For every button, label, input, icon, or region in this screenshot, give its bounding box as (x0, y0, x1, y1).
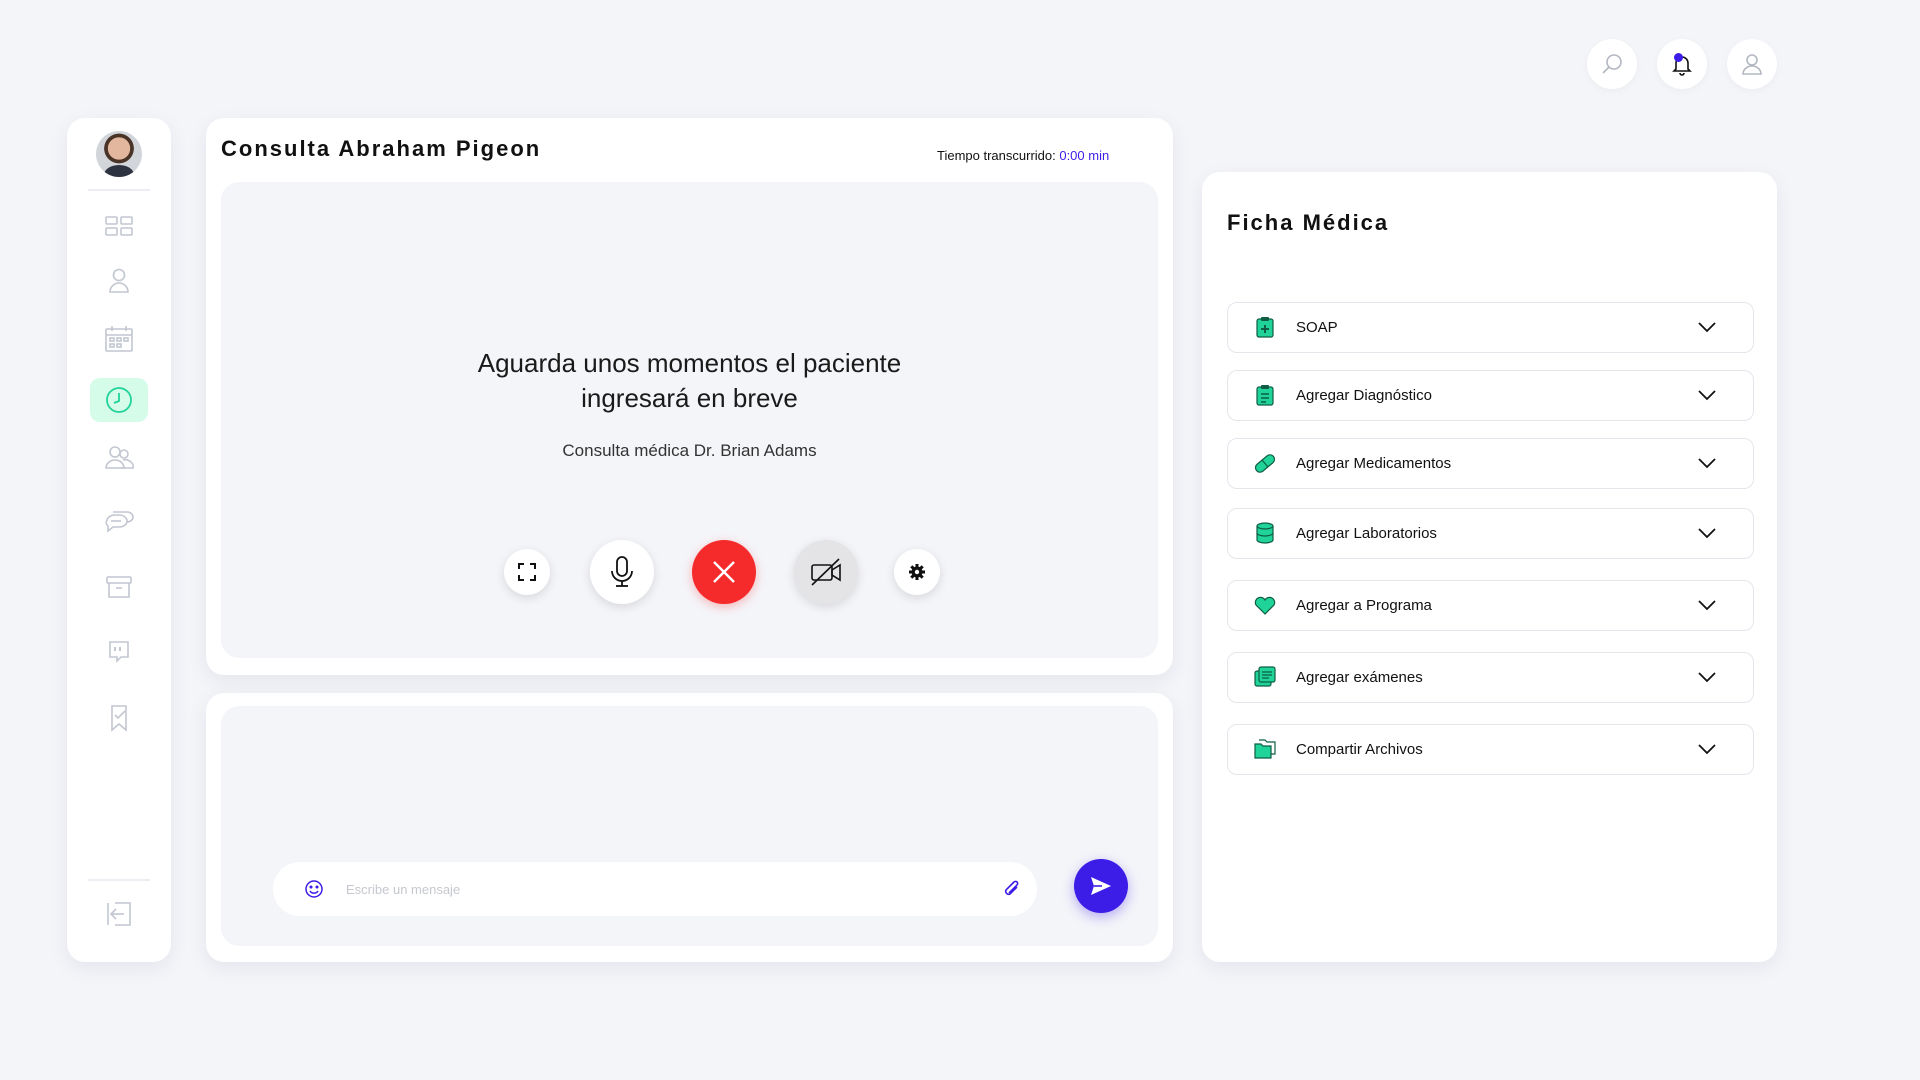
calendar-icon (105, 326, 133, 352)
camera-off-icon (811, 558, 841, 586)
gear-icon (909, 564, 925, 580)
avatar[interactable] (96, 131, 142, 177)
clipboard-list-icon (1256, 385, 1274, 406)
sidebar-item-tasks[interactable] (90, 695, 148, 739)
fullscreen-button[interactable] (504, 549, 550, 595)
accordion-label: Agregar a Programa (1296, 597, 1432, 614)
folders-icon (1254, 739, 1276, 759)
grid-icon (105, 216, 133, 236)
camera-toggle-button[interactable] (794, 540, 858, 604)
microphone-button[interactable] (590, 540, 654, 604)
clock-icon (106, 387, 132, 413)
logout-icon (107, 902, 131, 926)
chat-messages-area (221, 706, 1158, 946)
search-button[interactable] (1587, 39, 1637, 89)
chat-icon (105, 511, 134, 533)
accordion-share-files[interactable]: Compartir Archivos (1227, 724, 1754, 775)
archive-icon (106, 576, 132, 598)
elapsed-time-label: Tiempo transcurrido: (937, 148, 1060, 163)
accordion-soap[interactable]: SOAP (1227, 302, 1754, 353)
sidebar-item-profile[interactable] (90, 258, 148, 302)
clipboard-plus-icon (1256, 317, 1274, 338)
search-icon (1602, 54, 1622, 74)
chevron-down-icon (1698, 322, 1716, 333)
logout-button[interactable] (90, 892, 148, 936)
accordion-label: Agregar Medicamentos (1296, 455, 1452, 472)
send-button[interactable] (1074, 859, 1128, 913)
send-icon (1091, 877, 1111, 895)
accordion-program[interactable]: Agregar a Programa (1227, 580, 1754, 631)
chat-panel (206, 693, 1173, 962)
chevron-down-icon (1698, 458, 1716, 469)
chevron-down-icon (1698, 744, 1716, 755)
waiting-message-line2: ingresará en breve (581, 383, 798, 413)
quote-icon (109, 641, 129, 663)
close-icon (713, 561, 735, 583)
images-icon (1254, 666, 1276, 687)
sidebar-item-quotes[interactable] (90, 629, 148, 673)
settings-button[interactable] (894, 549, 940, 595)
sidebar (67, 118, 171, 962)
chevron-down-icon (1698, 672, 1716, 683)
sidebar-divider (88, 879, 150, 881)
chevron-down-icon (1698, 390, 1716, 401)
medical-record-title: Ficha Médica (1227, 210, 1390, 235)
call-controls (221, 540, 1158, 604)
message-input[interactable] (346, 876, 946, 902)
sidebar-divider (88, 189, 150, 191)
chevron-down-icon (1698, 600, 1716, 611)
account-button[interactable] (1727, 39, 1777, 89)
heart-icon (1254, 596, 1276, 615)
message-composer (273, 862, 1037, 916)
elapsed-time-value: 0:00 min (1059, 148, 1110, 163)
doctor-subtitle: Consulta médica Dr. Brian Adams (562, 441, 817, 460)
database-icon (1256, 522, 1274, 544)
accordion-medications[interactable]: Agregar Medicamentos (1227, 438, 1754, 489)
video-area: Aguarda unos momentos el paciente ingres… (221, 182, 1158, 658)
sidebar-item-messages[interactable] (90, 500, 148, 544)
sidebar-item-calendar[interactable] (90, 317, 148, 361)
accordion-label: SOAP (1296, 319, 1338, 336)
user-icon (1742, 54, 1762, 75)
sidebar-item-archive[interactable] (90, 564, 148, 608)
accordion-label: Agregar Laboratorios (1296, 525, 1437, 542)
accordion-diagnosis[interactable]: Agregar Diagnóstico (1227, 370, 1754, 421)
pill-icon (1254, 454, 1276, 473)
waiting-message: Aguarda unos momentos el paciente ingres… (221, 346, 1158, 416)
user-icon (109, 268, 129, 293)
accordion-label: Agregar Diagnóstico (1296, 387, 1432, 404)
sidebar-item-dashboard[interactable] (90, 204, 148, 248)
medical-record-panel: Ficha Médica SOAP Agregar Diagnóstico Ag… (1202, 172, 1777, 962)
page-title: Consulta Abraham Pigeon (221, 136, 542, 161)
emoji-icon[interactable] (303, 878, 325, 900)
paperclip-icon[interactable] (1000, 878, 1022, 900)
bookmark-check-icon (111, 705, 127, 732)
accordion-label: Agregar exámenes (1296, 669, 1423, 686)
accordion-label: Compartir Archivos (1296, 741, 1423, 758)
notifications-button[interactable] (1657, 39, 1707, 89)
sidebar-item-patients[interactable] (90, 436, 148, 480)
accordion-exams[interactable]: Agregar exámenes (1227, 652, 1754, 703)
fullscreen-icon (518, 563, 536, 581)
sidebar-item-consultations[interactable] (90, 378, 148, 422)
chevron-down-icon (1698, 528, 1716, 539)
elapsed-time: Tiempo transcurrido: 0:00 min (937, 148, 1109, 163)
waiting-message-line1: Aguarda unos momentos el paciente (477, 348, 902, 378)
microphone-icon (611, 556, 633, 587)
end-call-button[interactable] (692, 540, 756, 604)
top-toolbar (1587, 39, 1777, 89)
users-icon (105, 446, 134, 469)
consultation-panel: Consulta Abraham Pigeon Tiempo transcurr… (206, 118, 1173, 675)
notification-dot (1674, 53, 1683, 62)
accordion-labs[interactable]: Agregar Laboratorios (1227, 508, 1754, 559)
